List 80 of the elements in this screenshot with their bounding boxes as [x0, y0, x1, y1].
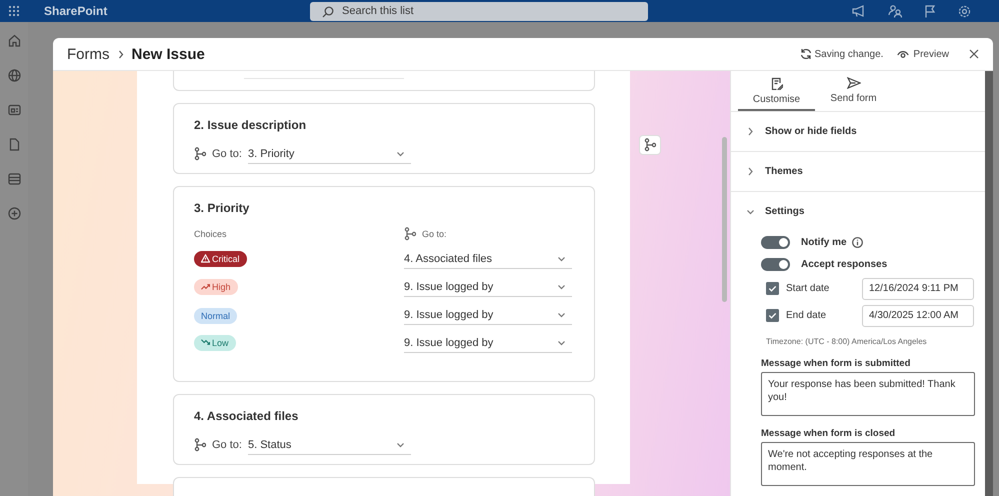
document-icon[interactable] — [8, 138, 20, 151]
list-icon[interactable] — [8, 173, 20, 185]
eye-icon — [897, 50, 910, 58]
news-icon[interactable] — [8, 104, 20, 116]
goto-label: Go to: — [212, 439, 242, 451]
branch-icon — [194, 438, 206, 452]
choice-tag: Critical — [194, 250, 247, 266]
choice-tag: High — [194, 278, 238, 294]
branching-button[interactable] — [639, 135, 661, 155]
chevron-right-icon — [746, 167, 755, 176]
app-launcher-icon[interactable] — [8, 5, 20, 17]
flag-icon[interactable] — [924, 4, 936, 18]
goto-dropdown[interactable]: 9. Issue logged by — [404, 277, 572, 297]
chevron-down-icon — [557, 340, 566, 346]
toggle-switch[interactable] — [761, 258, 790, 270]
timezone-note: Timezone: (UTC - 8:00) America/Los Angeles — [766, 337, 928, 346]
scrollbar-thumb[interactable] — [722, 137, 727, 302]
message-label: Message when form is submitted — [761, 358, 912, 369]
checkbox[interactable] — [766, 309, 779, 322]
people-icon[interactable] — [888, 4, 902, 18]
message-label: Message when form is closed — [761, 428, 896, 439]
search-field[interactable]: Search this list — [310, 2, 648, 20]
chevron-down-icon — [746, 208, 755, 214]
goto-dropdown[interactable]: 9. Issue logged by — [404, 305, 572, 325]
choices-label: Choices — [194, 229, 228, 239]
saving-status: Saving change. — [814, 48, 884, 60]
goto-label: Go to: — [212, 148, 242, 160]
chevron-down-icon — [557, 312, 566, 318]
goto-label: Go to: — [422, 229, 447, 239]
breadcrumb-item: New Issue — [132, 46, 205, 62]
trend-down-icon — [201, 338, 210, 347]
branch-icon — [404, 227, 416, 241]
search-icon — [322, 6, 334, 18]
close-icon[interactable] — [969, 49, 979, 59]
globe-icon[interactable] — [8, 69, 20, 82]
choice-tag: Normal — [194, 308, 238, 324]
chevron-right-icon — [746, 127, 755, 136]
chevron-down-icon — [396, 150, 405, 156]
chevron-right-icon — [118, 50, 124, 58]
send-icon — [846, 77, 860, 89]
scrollbar[interactable] — [985, 71, 993, 496]
question-title: 4. Associated files — [194, 409, 300, 425]
app-title: SharePoint — [44, 4, 108, 18]
panel-tab[interactable]: Send form — [815, 71, 892, 111]
sync-icon — [800, 48, 812, 60]
goto-dropdown[interactable]: 4. Associated files — [404, 249, 572, 269]
message-field[interactable]: We're not accepting responses at the moment. — [761, 442, 975, 486]
goto-dropdown[interactable]: 9. Issue logged by — [404, 333, 572, 353]
date-label: Start date — [786, 283, 830, 294]
checkbox[interactable] — [766, 282, 779, 295]
settings-icon[interactable] — [958, 4, 971, 18]
trend-up-icon — [201, 282, 210, 291]
toggle-switch[interactable] — [761, 236, 790, 248]
branch-icon — [194, 147, 206, 161]
preview-button[interactable]: Preview — [895, 46, 951, 62]
goto-dropdown[interactable]: 3. Priority — [248, 144, 411, 164]
message-field[interactable]: Your response has been submitted! Thank you! — [761, 372, 975, 416]
goto-dropdown[interactable]: 5. Status — [248, 435, 411, 455]
toggle-label: Accept responses — [801, 258, 888, 270]
megaphone-icon[interactable] — [852, 5, 866, 17]
chevron-down-icon — [557, 284, 566, 290]
date-label: End date — [786, 310, 828, 321]
date-field[interactable]: 12/16/2024 9:11 PM — [862, 278, 974, 300]
branch-icon — [644, 138, 656, 152]
section-header[interactable]: Themes — [731, 152, 985, 191]
home-icon[interactable] — [8, 34, 20, 47]
question-title: 2. Issue description — [194, 118, 308, 134]
breadcrumb-item[interactable]: Forms — [67, 46, 110, 62]
date-field[interactable]: 4/30/2025 12:00 AM — [862, 304, 974, 326]
toggle-label: Notify me — [801, 236, 847, 248]
panel-tab[interactable]: Customise — [738, 71, 815, 111]
warning-icon — [201, 254, 210, 263]
add-icon[interactable] — [8, 207, 20, 220]
section-header[interactable]: Settings — [731, 192, 985, 231]
chevron-down-icon — [396, 442, 405, 448]
edit-icon — [770, 77, 782, 90]
section-header[interactable]: Show or hide fields — [731, 112, 985, 151]
chevron-down-icon — [557, 256, 566, 262]
choice-tag: Low — [194, 334, 236, 350]
question-title: 3. Priority — [194, 201, 250, 217]
